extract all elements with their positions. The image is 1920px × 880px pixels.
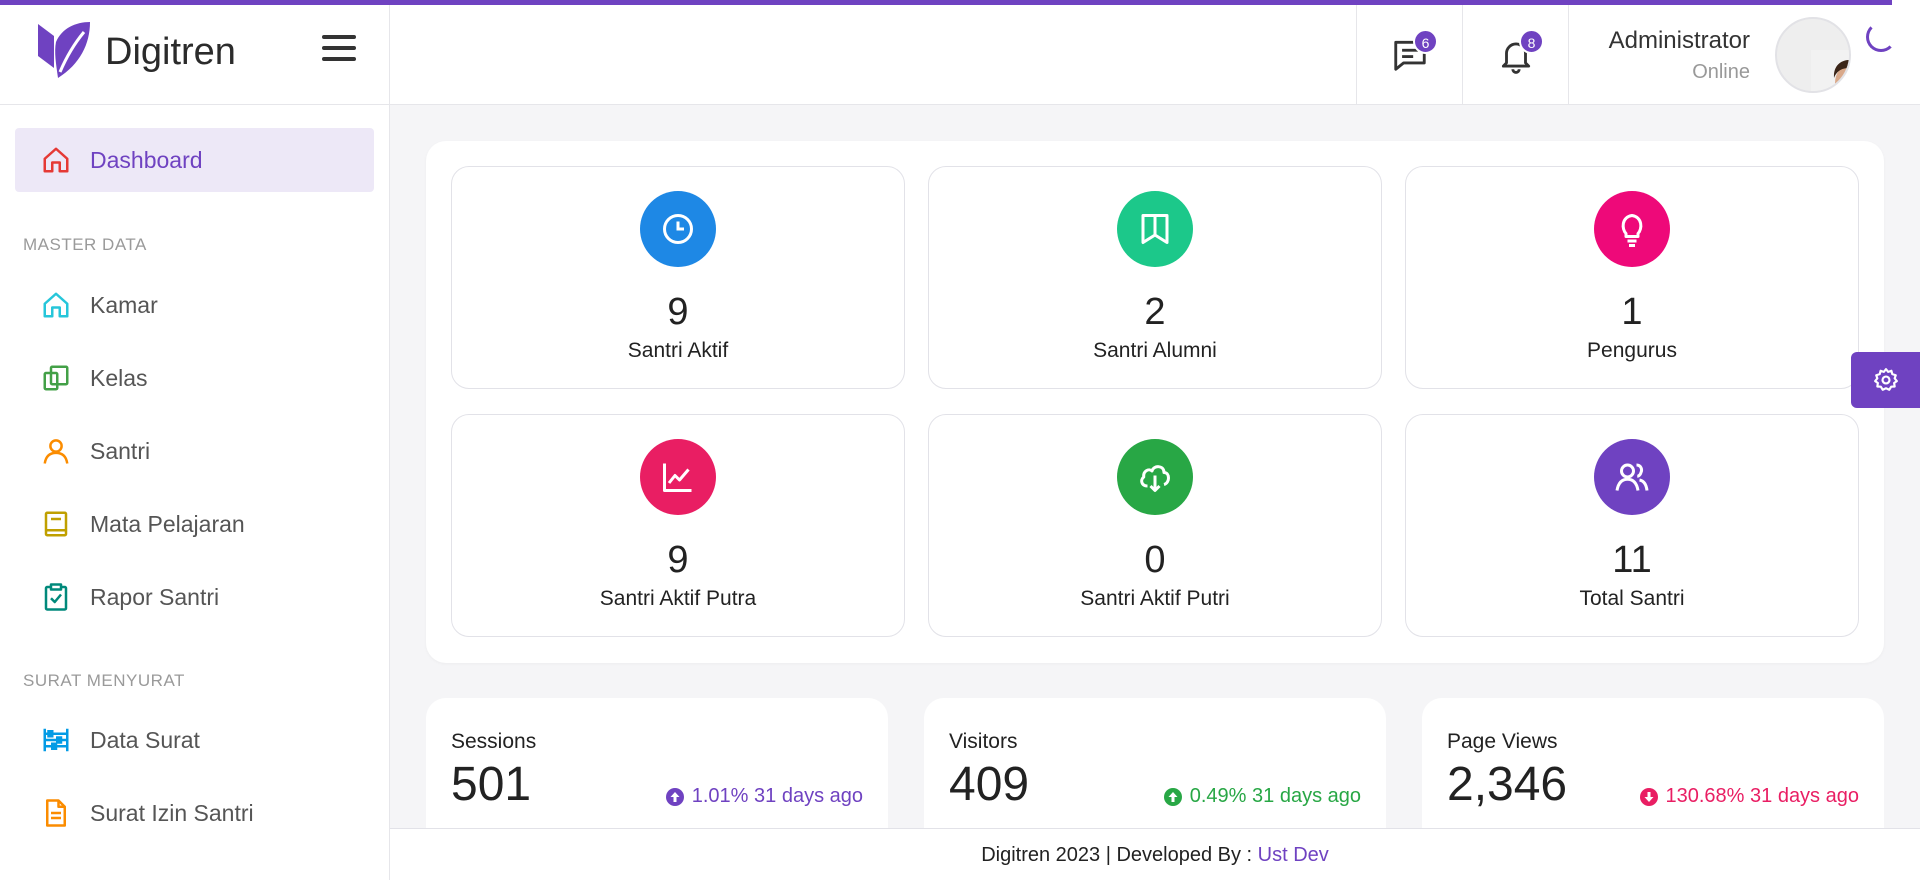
loading-spinner-icon [1866,22,1896,52]
user-name: Administrator [1608,27,1750,54]
user-icon [43,439,69,464]
sidebar-item-label: Dashboard [90,147,203,173]
menu-toggle-icon[interactable] [322,35,356,65]
stat-value: 1 [1621,291,1643,333]
clock-icon [663,214,693,244]
gear-icon [1874,368,1898,391]
metric-change-text: 130.68% 31 days ago [1665,785,1860,807]
stat-santri-aktif-putra: 9 Santri Aktif Putra [451,414,905,637]
lightbulb-icon [1621,214,1643,247]
sidebar: Dashboard MASTER DATA Kamar Kelas Santri… [0,105,390,880]
cloud-download-icon [1140,465,1170,492]
metric-visitors: Visitors 409 0.49% 31 days ago [924,698,1386,828]
sidebar-item-santri[interactable]: Santri [15,419,374,483]
home-icon [43,292,69,318]
footer-developer-link[interactable]: Ust Dev [1258,844,1329,866]
stat-value: 11 [1612,539,1652,581]
copy-icon [43,365,69,391]
stat-icon-circle [1117,439,1193,515]
home-icon [43,147,69,173]
metric-page-views: Page Views 2,346 130.68% 31 days ago [1422,698,1884,828]
stat-icon-circle [1594,191,1670,267]
stat-label: Santri Aktif [627,339,729,362]
arrow-down-circle-icon [1639,787,1658,806]
sidebar-item-label: Surat Izin Santri [90,800,254,826]
metric-value: 409 [949,758,1030,811]
sidebar-item-label: Mata Pelajaran [90,511,245,537]
sidebar-item-label: Rapor Santri [90,584,220,610]
clipboard-check-icon [44,583,68,611]
section-title-surat: SURAT MENYURAT [23,671,185,690]
metric-change-text: 1.01% 31 days ago [691,785,863,807]
notifications-button[interactable]: 8 [1462,5,1568,105]
brand: Digitren [0,0,390,105]
stat-icon-circle [640,191,716,267]
avatar [1775,17,1851,93]
stat-label: Santri Aktif Putra [599,587,757,610]
stat-label: Santri Aktif Putri [1080,587,1230,610]
messages-badge: 6 [1413,29,1438,54]
sidebar-item-dashboard[interactable]: Dashboard [15,128,374,192]
sidebar-item-data-surat[interactable]: Data Surat [15,708,374,772]
stat-value: 2 [1144,291,1166,333]
footer-text: Digitren 2023 | Developed By : [981,844,1258,866]
stat-icon-circle [640,439,716,515]
user-status: Online [1692,61,1750,83]
stat-santri-aktif: 9 Santri Aktif [451,166,905,389]
stat-label: Santri Alumni [1093,339,1217,362]
stat-pengurus: 1 Pengurus [1405,166,1859,389]
metric-title: Visitors [949,730,1018,753]
sidebar-item-kamar[interactable]: Kamar [15,273,374,337]
sidebar-item-label: Santri [90,438,151,464]
stat-value: 0 [1144,539,1166,581]
sidebar-item-label: Data Surat [90,727,200,753]
stat-value: 9 [667,291,689,333]
top-header: Digitren 6 8 Administrator Online [0,0,1920,105]
stat-icon-circle [1117,191,1193,267]
metric-title: Sessions [451,730,537,753]
metric-value: 2,346 [1447,758,1568,811]
stat-santri-alumni: 2 Santri Alumni [928,166,1382,389]
book-icon [44,511,68,537]
metric-title: Page Views [1447,730,1558,753]
bookmark-book-icon [1141,214,1169,244]
stat-label: Total Santri [1579,587,1685,610]
metric-change: 0.49% 31 days ago [1163,785,1361,808]
arrow-up-circle-icon [665,787,684,806]
stats-panel: 9 Santri Aktif 2 Santri Alumni 1 Penguru… [426,141,1884,663]
stat-value: 9 [667,539,689,581]
stat-santri-aktif-putri: 0 Santri Aktif Putri [928,414,1382,637]
sidebar-item-surat-izin-santri[interactable]: Surat Izin Santri [15,781,374,845]
sidebar-item-label: Kamar [90,292,158,318]
top-accent-bar [0,0,1892,5]
users-icon [1615,463,1649,491]
messages-button[interactable]: 6 [1356,5,1462,105]
metric-change: 1.01% 31 days ago [665,785,863,808]
app-name: Digitren [105,31,236,73]
sidebar-item-rapor-santri[interactable]: Rapor Santri [15,565,374,629]
notifications-badge: 8 [1519,29,1544,54]
chart-line-icon [663,463,692,492]
footer: Digitren 2023 | Developed By : Ust Dev [390,828,1920,880]
digitren-logo [38,22,90,78]
stat-label: Pengurus [1587,339,1677,362]
stat-icon-circle [1594,439,1670,515]
arrow-up-circle-icon [1163,787,1182,806]
metric-change-text: 0.49% 31 days ago [1189,785,1361,807]
metric-change: 130.68% 31 days ago [1639,785,1860,808]
abacus-icon [43,728,69,752]
sidebar-item-label: Kelas [90,365,148,391]
user-menu[interactable]: Administrator Online [1568,5,1920,105]
metric-sessions: Sessions 501 1.01% 31 days ago [426,698,888,828]
sidebar-item-mata-pelajaran[interactable]: Mata Pelajaran [15,492,374,556]
sidebar-item-kelas[interactable]: Kelas [15,346,374,410]
section-title-master: MASTER DATA [23,235,147,254]
settings-button[interactable] [1851,352,1920,408]
metric-value: 501 [451,758,532,811]
document-icon [46,799,66,827]
stat-total-santri: 11 Total Santri [1405,414,1859,637]
